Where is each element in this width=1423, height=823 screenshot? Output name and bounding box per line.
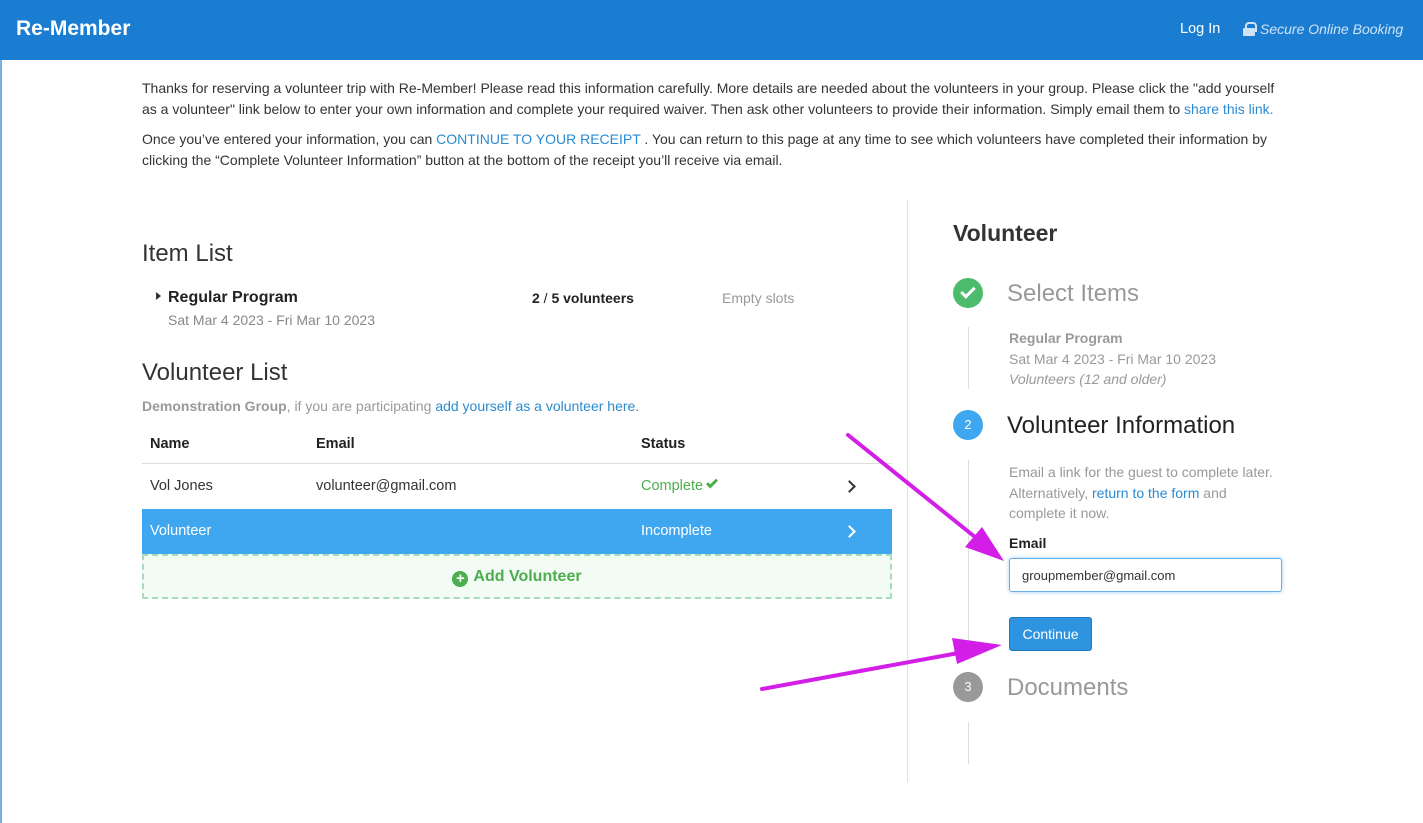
return-to-form-link[interactable]: return to the form <box>1092 485 1199 501</box>
group-line: Demonstration Group, if you are particip… <box>142 398 640 414</box>
continue-button[interactable]: Continue <box>1009 617 1092 651</box>
status-badge: Complete <box>641 476 719 494</box>
intro-paragraph-2: Once you’ve entered your information, yo… <box>142 131 1267 168</box>
check-icon <box>706 476 719 489</box>
item-list-title: Item List <box>142 240 233 267</box>
plus-circle-icon: + <box>452 571 469 587</box>
table-header: Name Email Status <box>142 426 892 464</box>
empty-slots-label: Empty slots <box>722 290 795 306</box>
volunteer-list-title: Volunteer List <box>142 359 288 386</box>
status-badge: Incomplete <box>641 523 712 539</box>
step-1-complete-icon <box>953 278 983 308</box>
step-connector <box>968 722 969 764</box>
volunteer-name: Vol Jones <box>150 478 213 494</box>
chevron-right-icon[interactable] <box>843 475 856 496</box>
email-input[interactable] <box>1009 558 1282 592</box>
annotation-arrowhead-to-continue <box>952 638 1002 664</box>
volunteer-email: volunteer@gmail.com <box>316 478 457 494</box>
group-name: Demonstration Group <box>142 398 287 414</box>
volunteer-table: Name Email Status Vol Jones volunteer@gm… <box>142 426 892 554</box>
lock-icon <box>1243 22 1257 36</box>
secure-booking-badge: Secure Online Booking <box>1243 21 1403 37</box>
item-dates: Sat Mar 4 2023 - Fri Mar 10 2023 <box>168 312 375 328</box>
sidebar-title: Volunteer <box>953 220 1058 246</box>
frame-edge <box>0 60 2 823</box>
add-volunteer-button[interactable]: + Add Volunteer <box>142 554 892 599</box>
step-connector <box>968 327 969 389</box>
add-yourself-link[interactable]: add yourself as a volunteer here. <box>435 398 639 414</box>
item-name: Regular Program <box>168 289 298 306</box>
step-1-title[interactable]: Select Items <box>1007 280 1139 308</box>
email-label: Email <box>1009 535 1047 551</box>
selected-item-name: Regular Program <box>1009 330 1123 346</box>
item-row[interactable]: Regular Program Sat Mar 4 2023 - Fri Mar… <box>142 288 892 332</box>
brand-logo[interactable]: Re-Member <box>16 17 130 41</box>
login-link[interactable]: Log In <box>1180 21 1220 37</box>
table-row[interactable]: Vol Jones volunteer@gmail.com Complete <box>142 464 892 509</box>
column-header-status: Status <box>641 436 686 452</box>
annotation-arrowhead-to-email <box>965 527 1004 561</box>
annotation-arrow-to-continue <box>760 648 977 691</box>
email-info-text: Email a link for the guest to complete l… <box>1009 464 1273 521</box>
intro-paragraph-1: Thanks for reserving a volunteer trip wi… <box>142 80 1275 117</box>
step-connector <box>968 460 969 660</box>
step-3-title: Documents <box>1007 674 1129 701</box>
volunteer-name: Volunteer <box>150 523 212 539</box>
caret-right-icon[interactable] <box>156 292 161 300</box>
table-row-selected[interactable]: Volunteer Incomplete <box>142 509 892 554</box>
column-header-name: Name <box>150 436 190 452</box>
step-2-title: Volunteer Information <box>1007 412 1236 439</box>
selected-item-type: Volunteers (12 and older) <box>1009 371 1167 387</box>
item-volunteer-count: 2 / 5 volunteers <box>532 290 634 306</box>
continue-to-receipt-link[interactable]: CONTINUE TO YOUR RECEIPT <box>436 131 640 147</box>
selected-item-dates: Sat Mar 4 2023 - Fri Mar 10 2023 <box>1009 351 1216 367</box>
top-nav-bar: Re-Member Log In Secure Online Booking <box>0 0 1423 60</box>
column-divider <box>907 200 908 782</box>
share-link[interactable]: share this link. <box>1184 101 1273 117</box>
step-2-number: 2 <box>953 410 983 440</box>
step-3-number: 3 <box>953 672 983 702</box>
intro-text: Thanks for reserving a volunteer trip wi… <box>142 78 1282 180</box>
chevron-right-icon[interactable] <box>843 520 856 541</box>
column-header-email: Email <box>316 436 355 452</box>
secure-booking-label: Secure Online Booking <box>1260 21 1404 37</box>
